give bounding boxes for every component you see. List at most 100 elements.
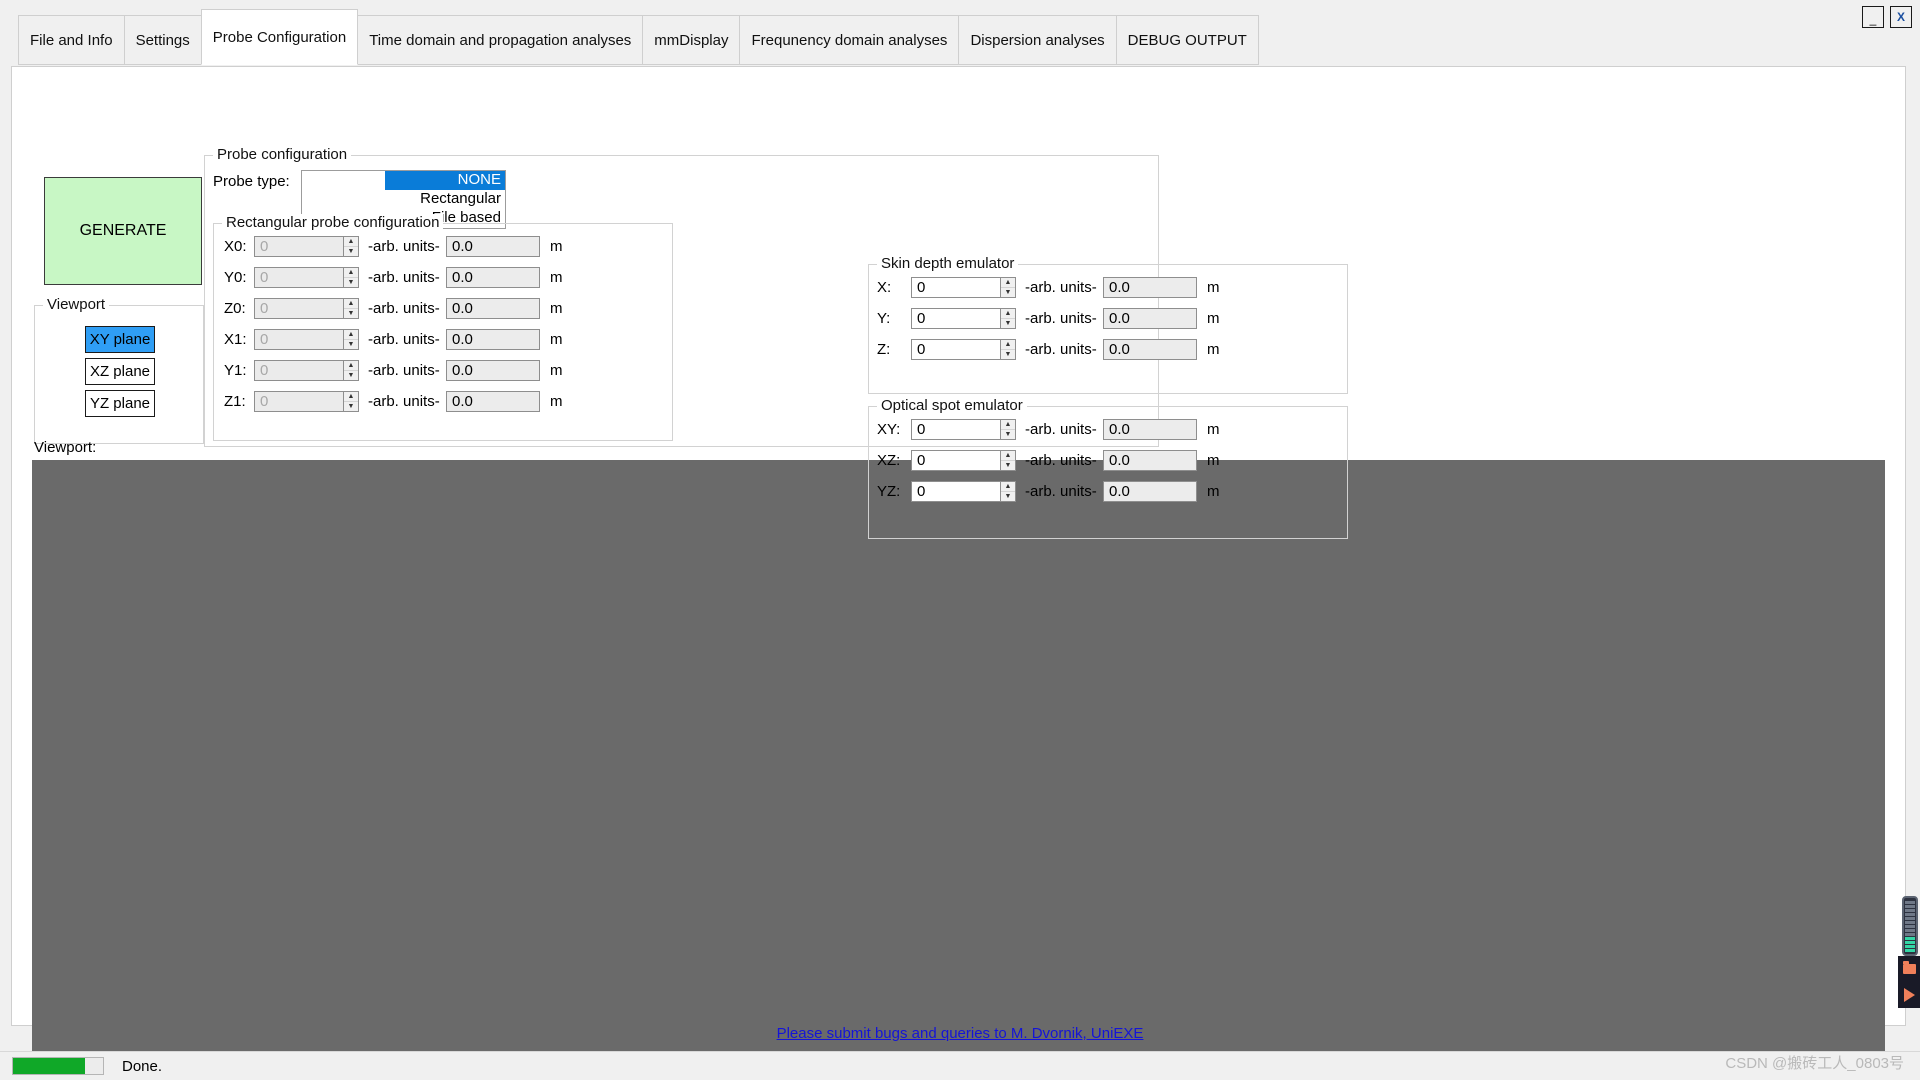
- spinbox[interactable]: 0 ▲ ▼: [911, 308, 1016, 329]
- tab-frequnency-domain-analyses[interactable]: Frequnency domain analyses: [739, 15, 960, 65]
- spinbox-value: 0: [260, 300, 269, 317]
- spinbox[interactable]: 0 ▲ ▼: [911, 481, 1016, 502]
- units-label: -arb. units-: [1025, 310, 1097, 327]
- tab-time-domain-and-propagation-analyses[interactable]: Time domain and propagation analyses: [357, 15, 644, 65]
- close-button[interactable]: X: [1890, 6, 1912, 28]
- spinbox-up-icon[interactable]: ▲: [344, 299, 358, 309]
- viewport-canvas[interactable]: [32, 460, 1885, 1080]
- probe-type-option-none[interactable]: NONE: [385, 171, 505, 190]
- spinbox-up-icon[interactable]: ▲: [344, 268, 358, 278]
- tab-debug-output[interactable]: DEBUG OUTPUT: [1115, 15, 1259, 65]
- level-meter-icon[interactable]: [1902, 896, 1918, 956]
- spinbox[interactable]: 0 ▲ ▼: [911, 339, 1016, 360]
- viewport-button-xz[interactable]: XZ plane: [85, 358, 155, 385]
- spinbox-up-icon[interactable]: ▲: [1001, 451, 1015, 461]
- spinbox-arrows: ▲ ▼: [1000, 482, 1015, 501]
- units-label: -arb. units-: [1025, 421, 1097, 438]
- spinbox-down-icon[interactable]: ▼: [1001, 350, 1015, 359]
- meters-field[interactable]: 0.0: [446, 329, 540, 350]
- bug-report-link[interactable]: Please submit bugs and queries to M. Dvo…: [0, 1025, 1920, 1042]
- spinbox-up-icon[interactable]: ▲: [344, 361, 358, 371]
- meters-field[interactable]: 0.0: [1103, 450, 1197, 471]
- spinbox-up-icon[interactable]: ▲: [344, 330, 358, 340]
- spinbox-up-icon[interactable]: ▲: [1001, 420, 1015, 430]
- spinbox: 0 ▲ ▼: [254, 267, 359, 288]
- spinbox-value: 0: [917, 310, 926, 327]
- spinbox-arrows: ▲ ▼: [1000, 420, 1015, 439]
- tab-mmdisplay[interactable]: mmDisplay: [642, 15, 741, 65]
- tab-settings[interactable]: Settings: [123, 15, 202, 65]
- spinbox-up-icon[interactable]: ▲: [1001, 340, 1015, 350]
- field-row: YZ: 0 ▲ ▼ -arb. units- 0.0 m: [877, 481, 1220, 502]
- viewport-group: Viewport XY plane XZ plane YZ plane: [34, 296, 204, 444]
- meters-field[interactable]: 0.0: [446, 360, 540, 381]
- meter-label: m: [1207, 279, 1220, 296]
- spinbox-up-icon[interactable]: ▲: [1001, 482, 1015, 492]
- spinbox-down-icon[interactable]: ▼: [344, 278, 358, 287]
- field-row: X0: 0 ▲ ▼ -arb. units- 0.0 m: [224, 236, 563, 257]
- meters-field[interactable]: 0.0: [446, 267, 540, 288]
- probe-configuration-legend: Probe configuration: [213, 146, 352, 163]
- play-icon[interactable]: [1898, 982, 1920, 1008]
- generate-button[interactable]: GENERATE: [44, 177, 202, 285]
- spinbox-arrows: ▲ ▼: [343, 237, 358, 256]
- field-label: Y1:: [224, 362, 247, 379]
- edge-widget-stack: [1898, 896, 1920, 1008]
- spinbox-arrows: ▲ ▼: [343, 268, 358, 287]
- spinbox-value: 0: [917, 341, 926, 358]
- field-row: Z0: 0 ▲ ▼ -arb. units- 0.0 m: [224, 298, 563, 319]
- viewport-button-xy[interactable]: XY plane: [85, 326, 155, 353]
- spinbox-up-icon[interactable]: ▲: [1001, 278, 1015, 288]
- spinbox-down-icon[interactable]: ▼: [1001, 492, 1015, 501]
- probe-type-label: Probe type:: [213, 173, 290, 190]
- field-label: Z1:: [224, 393, 246, 410]
- field-label: YZ:: [877, 483, 901, 500]
- meters-field[interactable]: 0.0: [1103, 277, 1197, 298]
- minimize-button[interactable]: _: [1862, 6, 1884, 28]
- probe-type-option-rectangular[interactable]: Rectangular: [302, 190, 505, 209]
- tab-probe-configuration[interactable]: Probe Configuration: [200, 9, 359, 65]
- viewport-button-yz[interactable]: YZ plane: [85, 390, 155, 417]
- spinbox-up-icon[interactable]: ▲: [1001, 309, 1015, 319]
- meters-field[interactable]: 0.0: [446, 298, 540, 319]
- units-label: -arb. units-: [368, 331, 440, 348]
- folder-icon[interactable]: [1898, 956, 1920, 982]
- spinbox[interactable]: 0 ▲ ▼: [911, 419, 1016, 440]
- spinbox-up-icon[interactable]: ▲: [344, 237, 358, 247]
- spinbox[interactable]: 0 ▲ ▼: [911, 450, 1016, 471]
- field-label: Z0:: [224, 300, 246, 317]
- field-label: Y:: [877, 310, 891, 327]
- meters-field[interactable]: 0.0: [1103, 308, 1197, 329]
- spinbox-up-icon[interactable]: ▲: [344, 392, 358, 402]
- spinbox-down-icon[interactable]: ▼: [344, 402, 358, 411]
- field-label: Z:: [877, 341, 891, 358]
- spinbox-down-icon[interactable]: ▼: [344, 371, 358, 380]
- spinbox-down-icon[interactable]: ▼: [1001, 319, 1015, 328]
- spinbox-down-icon[interactable]: ▼: [344, 340, 358, 349]
- meters-field[interactable]: 0.0: [1103, 339, 1197, 360]
- spinbox-down-icon[interactable]: ▼: [344, 309, 358, 318]
- meters-field[interactable]: 0.0: [446, 236, 540, 257]
- meters-field[interactable]: 0.0: [446, 391, 540, 412]
- level-segment: [1905, 925, 1915, 928]
- meter-label: m: [1207, 452, 1220, 469]
- spinbox-down-icon[interactable]: ▼: [1001, 288, 1015, 297]
- field-label: Y0:: [224, 269, 247, 286]
- spinbox-value: 0: [260, 269, 269, 286]
- spinbox-down-icon[interactable]: ▼: [1001, 430, 1015, 439]
- status-text: Done.: [122, 1057, 163, 1075]
- field-row: Z: 0 ▲ ▼ -arb. units- 0.0 m: [877, 339, 1220, 360]
- spinbox-down-icon[interactable]: ▼: [1001, 461, 1015, 470]
- spinbox[interactable]: 0 ▲ ▼: [911, 277, 1016, 298]
- spinbox-down-icon[interactable]: ▼: [344, 247, 358, 256]
- level-segment: [1905, 901, 1915, 904]
- field-row: X1: 0 ▲ ▼ -arb. units- 0.0 m: [224, 329, 563, 350]
- level-segment: [1905, 945, 1915, 948]
- spinbox-value: 0: [260, 393, 269, 410]
- tab-bar: File and Info Settings Probe Configuration…: [18, 9, 1259, 65]
- meters-field[interactable]: 0.0: [1103, 419, 1197, 440]
- tab-file-and-info[interactable]: File and Info: [18, 15, 125, 65]
- meters-field[interactable]: 0.0: [1103, 481, 1197, 502]
- tab-dispersion-analyses[interactable]: Dispersion analyses: [958, 15, 1117, 65]
- level-segment: [1905, 937, 1915, 940]
